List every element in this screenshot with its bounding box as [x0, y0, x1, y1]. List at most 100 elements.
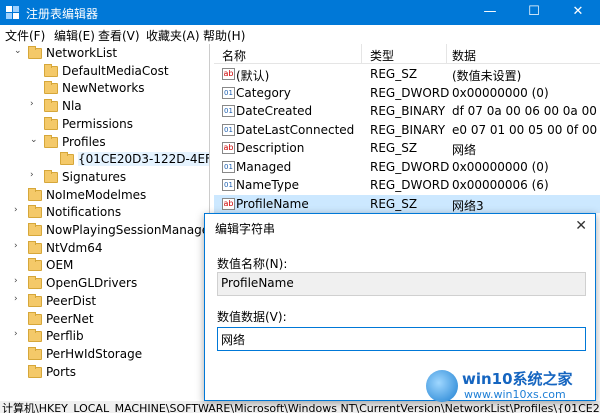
- tree-item[interactable]: ⌄ NetworkList: [0, 45, 209, 63]
- menu-bar: 文件(F) 编辑(E) 查看(V) 收藏夹(A) 帮助(H): [0, 25, 600, 44]
- tree-item-label: NowPlayingSessionManager: [46, 223, 210, 237]
- tree-item[interactable]: › Signatures: [0, 169, 209, 187]
- folder-icon: [28, 205, 42, 219]
- tree-item-label: PeerDist: [46, 293, 97, 308]
- value-row[interactable]: 01 NameType REG_DWORD 0x00000006 (6): [214, 176, 600, 194]
- tree-item[interactable]: › Notifications: [0, 204, 209, 222]
- menu-edit[interactable]: 编辑(E): [54, 27, 95, 44]
- column-header-type[interactable]: 类型: [370, 47, 394, 64]
- watermark-title: win10系统之家: [462, 370, 573, 388]
- column-divider[interactable]: [361, 44, 362, 64]
- column-divider[interactable]: [446, 44, 447, 64]
- menu-view[interactable]: 查看(V): [98, 27, 140, 44]
- value-row[interactable]: 01 Managed REG_DWORD 0x00000000 (0): [214, 158, 600, 176]
- value-data: 网络: [452, 143, 477, 157]
- tree-item[interactable]: ⌄ Profiles: [0, 134, 209, 152]
- value-name: DateLastConnected: [236, 122, 355, 137]
- menu-help[interactable]: 帮助(H): [203, 27, 245, 44]
- binary-value-icon: 01: [222, 123, 235, 136]
- folder-icon: [44, 81, 58, 95]
- registry-tree[interactable]: ⌄ NetworkList DefaultMediaCost NewNetworks ›…: [0, 44, 210, 401]
- tree-item-label: NewNetworks: [62, 81, 145, 96]
- column-header-name[interactable]: 名称: [222, 47, 246, 64]
- menu-file[interactable]: 文件(F): [5, 27, 45, 44]
- value-name: Description: [236, 141, 305, 155]
- value-type: REG_DWORD: [370, 178, 450, 192]
- value-data: 0x00000000 (0): [452, 159, 549, 174]
- folder-icon: [60, 152, 74, 166]
- column-header-data[interactable]: 数据: [452, 47, 476, 64]
- tree-expander-icon[interactable]: ⌄: [30, 135, 40, 145]
- tree-item-label: Nla: [62, 99, 82, 114]
- tree-item[interactable]: OEM: [0, 257, 209, 275]
- tree-item[interactable]: NewNetworks: [0, 80, 209, 98]
- title-bar: 注册表编辑器 — ☐ ✕: [0, 0, 600, 25]
- value-row[interactable]: 01 DateLastConnected REG_BINARY e0 07 01 00…: [214, 121, 600, 139]
- tree-item-label: {01CE20D3-122D-4EF0-: [78, 152, 209, 167]
- value-data: 网络3: [452, 198, 484, 213]
- tree-item[interactable]: › Nla: [0, 98, 209, 116]
- string-value-icon: ab: [222, 142, 235, 154]
- tree-item[interactable]: DefaultMediaCost: [0, 63, 209, 81]
- value-row[interactable]: ab (默认) REG_SZ (数值未设置): [214, 65, 600, 83]
- string-value-icon: ab: [222, 68, 235, 80]
- tree-item-label: NoImeModelmes: [46, 187, 147, 202]
- tree-expander-icon[interactable]: ›: [14, 329, 24, 339]
- tree-item-label: Notifications: [46, 205, 122, 220]
- value-data-input[interactable]: 网络: [217, 327, 586, 351]
- value-row[interactable]: 01 DateCreated REG_BINARY df 07 0a 00 06 00…: [214, 102, 600, 120]
- value-data-label: 数值数据(V):: [217, 310, 287, 324]
- folder-icon: [28, 187, 42, 201]
- folder-icon: [28, 223, 42, 236]
- value-type: REG_DWORD: [370, 159, 450, 174]
- tree-item[interactable]: › NtVdm64: [0, 240, 209, 258]
- tree-item-label: Profiles: [62, 134, 106, 149]
- tree-expander-icon[interactable]: ›: [30, 99, 40, 109]
- value-row[interactable]: ab Description REG_SZ 网络: [214, 139, 600, 157]
- string-value-icon: ab: [222, 197, 235, 210]
- tree-item[interactable]: › PeerDist: [0, 293, 209, 311]
- folder-icon: [44, 116, 58, 130]
- tree-expander-icon[interactable]: ›: [14, 241, 24, 251]
- tree-item-label: Perflib: [46, 329, 84, 344]
- value-row[interactable]: 01 Category REG_DWORD 0x00000000 (0): [214, 84, 600, 102]
- window-title: 注册表编辑器: [26, 7, 99, 21]
- value-data: (数值未设置): [452, 69, 522, 83]
- folder-icon: [44, 134, 58, 148]
- folder-icon: [44, 63, 58, 77]
- tree-item[interactable]: › OpenGLDrivers: [0, 275, 209, 293]
- value-type: REG_BINARY: [370, 122, 446, 137]
- tree-expander-icon[interactable]: ›: [30, 170, 40, 180]
- folder-icon: [28, 46, 42, 59]
- binary-value-icon: 01: [222, 105, 235, 117]
- maximize-button[interactable]: ☐: [512, 0, 556, 25]
- folder-icon: [44, 169, 58, 183]
- menu-favorites[interactable]: 收藏夹(A): [146, 27, 200, 44]
- tree-item-label: NtVdm64: [46, 240, 103, 255]
- tree-expander-icon[interactable]: ›: [14, 294, 24, 304]
- tree-item-label: PeerNet: [46, 311, 94, 326]
- tree-expander-icon[interactable]: ›: [14, 205, 24, 215]
- dialog-title: 编辑字符串: [215, 222, 276, 236]
- folder-icon: [28, 311, 42, 325]
- tree-item[interactable]: › Perflib: [0, 328, 209, 346]
- tree-item[interactable]: PeerNet: [0, 311, 209, 329]
- tree-expander-icon[interactable]: ⌄: [14, 46, 24, 56]
- tree-item-label: OEM: [46, 258, 74, 273]
- tree-item[interactable]: Ports: [0, 364, 209, 382]
- value-name: Managed: [236, 159, 292, 174]
- tree-item[interactable]: Permissions: [0, 116, 209, 134]
- value-data: df 07 0a 00 06 00 0a 00 11 0: [452, 104, 600, 118]
- tree-item[interactable]: PerHwIdStorage: [0, 346, 209, 364]
- tree-expander-icon[interactable]: ›: [14, 276, 24, 286]
- dialog-close-button[interactable]: ✕: [575, 218, 587, 234]
- tree-item-label: PerHwIdStorage: [46, 346, 143, 361]
- tree-item[interactable]: NowPlayingSessionManager: [0, 222, 210, 240]
- value-name-field: ProfileName: [217, 272, 586, 296]
- minimize-button[interactable]: —: [468, 0, 512, 25]
- tree-item[interactable]: NoImeModelmes: [0, 187, 209, 205]
- value-row[interactable]: ab ProfileName REG_SZ 网络3: [214, 194, 600, 213]
- tree-item[interactable]: {01CE20D3-122D-4EF0-: [0, 151, 209, 169]
- close-button[interactable]: ✕: [556, 0, 600, 25]
- value-name: DateCreated: [236, 104, 313, 118]
